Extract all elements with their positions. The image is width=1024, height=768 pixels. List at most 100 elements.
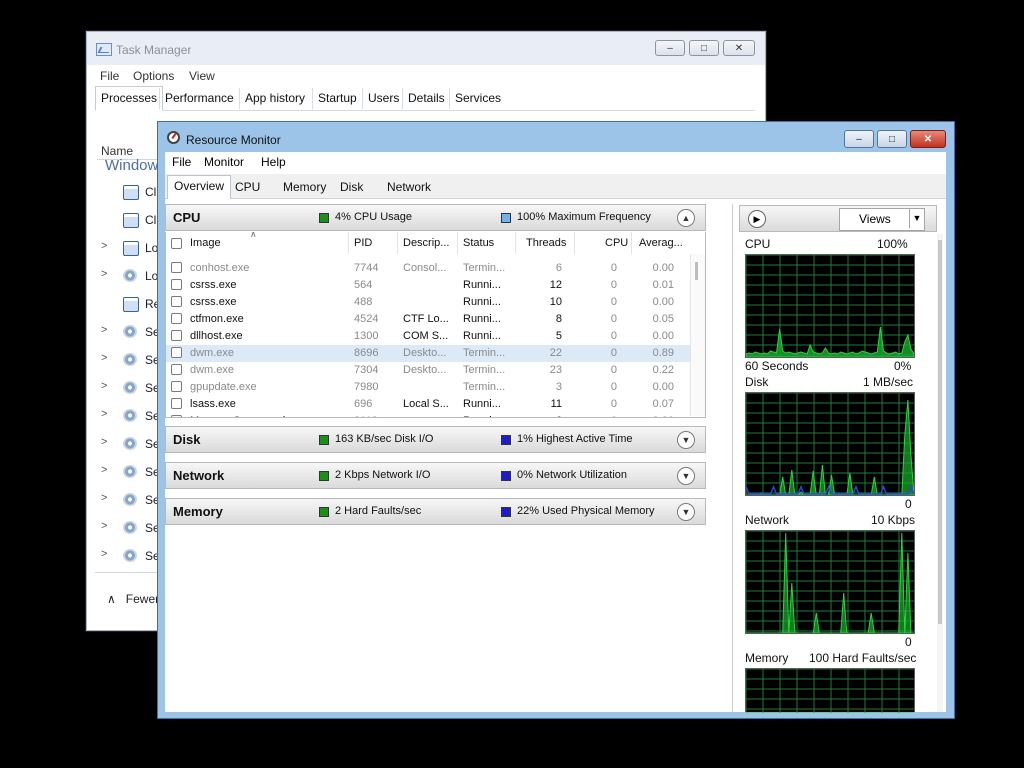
chevron-right-icon[interactable]: > <box>101 464 107 476</box>
process-group-row[interactable]: > Se <box>101 436 161 452</box>
table-row[interactable]: gpupdate.exe 7980 Termin... 3 0 0.00 <box>166 379 690 396</box>
chevron-right-icon[interactable]: > <box>101 380 107 392</box>
table-scrollbar[interactable] <box>690 254 705 416</box>
row-checkbox[interactable] <box>171 296 182 307</box>
scrollbar-thumb[interactable] <box>938 240 942 624</box>
process-group-row[interactable]: > Se <box>101 464 161 480</box>
column-divider[interactable] <box>574 232 575 254</box>
process-group-row[interactable]: > Se <box>101 492 161 508</box>
column-divider[interactable] <box>348 232 349 254</box>
menu-file[interactable]: File <box>172 155 191 169</box>
row-checkbox[interactable] <box>171 381 182 392</box>
menu-file[interactable]: File <box>100 69 119 83</box>
expand-chevron-down-icon[interactable]: ▼ <box>677 467 695 485</box>
process-group-row[interactable]: > Se <box>101 324 161 340</box>
minimize-button[interactable]: – <box>844 130 874 148</box>
chevron-right-icon[interactable]: > <box>101 408 107 420</box>
column-average[interactable]: Averag... <box>639 237 683 249</box>
table-row[interactable]: dwm.exe 8696 Deskto... Termin... 22 0 0.89 <box>166 345 690 362</box>
tab-services[interactable]: Services <box>449 88 506 109</box>
resource-monitor-titlebar[interactable]: Resource Monitor – □ ✕ <box>158 122 954 152</box>
resource-monitor-window[interactable]: Resource Monitor – □ ✕ File Monitor Help… <box>157 121 955 719</box>
table-row[interactable]: conhost.exe 7744 Consol... Termin... 6 0 0.00 <box>166 260 690 277</box>
chevron-right-icon[interactable]: > <box>101 240 107 252</box>
cpu-section-header[interactable]: CPU 4% CPU Usage 100% Maximum Frequency … <box>165 204 706 231</box>
close-button[interactable]: ✕ <box>723 40 755 56</box>
minimize-button[interactable]: – <box>655 40 685 56</box>
name-column-header[interactable]: Name <box>101 144 133 158</box>
tab-processes[interactable]: Processes <box>95 86 164 111</box>
tab-overview[interactable]: Overview <box>167 175 232 199</box>
tab-app-history[interactable]: App history <box>239 88 310 109</box>
tab-startup[interactable]: Startup <box>312 88 362 109</box>
chevron-right-icon[interactable]: > <box>101 436 107 448</box>
column-pid[interactable]: PID <box>354 237 372 249</box>
column-divider[interactable] <box>515 232 516 254</box>
column-divider[interactable] <box>457 232 458 254</box>
tab-cpu[interactable]: CPU <box>231 177 264 197</box>
process-group-row[interactable]: Cl <box>101 184 161 200</box>
column-description[interactable]: Descrip... <box>403 237 449 249</box>
maximize-button[interactable]: □ <box>689 40 719 56</box>
expand-chevron-down-icon[interactable]: ▼ <box>677 503 695 521</box>
expand-chevron-down-icon[interactable]: ▼ <box>677 431 695 449</box>
memory-section-header[interactable]: Memory 2 Hard Faults/sec 22% Used Physic… <box>165 498 706 525</box>
table-row[interactable]: Memory Compression 2112 Runni... 6 0 0.00 <box>166 413 690 417</box>
collapse-pane-arrow-icon[interactable]: ▶ <box>748 210 766 228</box>
table-row[interactable]: csrss.exe 564 Runni... 12 0 0.01 <box>166 277 690 294</box>
column-threads[interactable]: Threads <box>526 237 566 249</box>
table-row[interactable]: lsass.exe 696 Local S... Runni... 11 0 0.07 <box>166 396 690 413</box>
process-group-row[interactable]: Cl <box>101 212 161 228</box>
maximize-button[interactable]: □ <box>877 130 907 148</box>
disk-section-header[interactable]: Disk 163 KB/sec Disk I/O 1% Highest Acti… <box>165 426 706 453</box>
menu-help[interactable]: Help <box>261 155 286 169</box>
chevron-right-icon[interactable]: > <box>101 268 107 280</box>
tab-memory[interactable]: Memory <box>279 177 330 197</box>
table-row[interactable]: dllhost.exe 1300 COM S... Runni... 5 0 0.00 <box>166 328 690 345</box>
column-divider[interactable] <box>631 232 632 254</box>
chevron-right-icon[interactable]: > <box>101 492 107 504</box>
network-section-header[interactable]: Network 2 Kbps Network I/O 0% Network Ut… <box>165 462 706 489</box>
process-group-row[interactable]: Re <box>101 296 161 312</box>
tab-disk[interactable]: Disk <box>336 177 367 197</box>
menu-options[interactable]: Options <box>133 69 174 83</box>
column-cpu[interactable]: CPU <box>605 237 628 249</box>
tab-users[interactable]: Users <box>362 88 404 109</box>
process-group-row[interactable]: > Se <box>101 548 161 564</box>
dropdown-arrow-icon[interactable]: ▼ <box>909 209 924 228</box>
row-checkbox[interactable] <box>171 347 182 358</box>
tab-network[interactable]: Network <box>383 177 435 197</box>
row-checkbox[interactable] <box>171 262 182 273</box>
chevron-right-icon[interactable]: > <box>101 548 107 560</box>
graphs-scrollbar[interactable] <box>937 234 943 712</box>
menu-view[interactable]: View <box>189 69 215 83</box>
table-row[interactable]: ctfmon.exe 4524 CTF Lo... Runni... 8 0 0.05 <box>166 311 690 328</box>
chevron-right-icon[interactable]: > <box>101 324 107 336</box>
close-button[interactable]: ✕ <box>910 130 946 148</box>
tab-details[interactable]: Details <box>402 88 450 109</box>
task-manager-titlebar[interactable]: Task Manager – □ ✕ <box>87 32 765 65</box>
process-group-row[interactable]: > Se <box>101 352 161 368</box>
row-checkbox[interactable] <box>171 364 182 375</box>
column-divider[interactable] <box>397 232 398 254</box>
row-checkbox[interactable] <box>171 415 182 417</box>
row-checkbox[interactable] <box>171 313 182 324</box>
process-group-row[interactable]: > Se <box>101 380 161 396</box>
column-status[interactable]: Status <box>463 237 494 249</box>
row-checkbox[interactable] <box>171 398 182 409</box>
row-checkbox[interactable] <box>171 279 182 290</box>
process-group-row[interactable]: > Lo <box>101 268 161 284</box>
scrollbar-thumb[interactable] <box>695 262 698 280</box>
table-row[interactable]: csrss.exe 488 Runni... 10 0 0.00 <box>166 294 690 311</box>
menu-monitor[interactable]: Monitor <box>204 155 244 169</box>
process-group-row[interactable]: > Se <box>101 520 161 536</box>
process-group-row[interactable]: > Lo <box>101 240 161 256</box>
chevron-right-icon[interactable]: > <box>101 352 107 364</box>
fewer-details-button[interactable]: ∧ Fewer <box>107 592 159 606</box>
row-checkbox[interactable] <box>171 330 182 341</box>
chevron-right-icon[interactable]: > <box>101 520 107 532</box>
collapse-chevron-up-icon[interactable]: ▲ <box>677 209 695 227</box>
process-group-row[interactable]: > Se <box>101 408 161 424</box>
column-image[interactable]: Image <box>190 237 221 249</box>
views-dropdown[interactable]: Views ▼ <box>839 208 925 231</box>
